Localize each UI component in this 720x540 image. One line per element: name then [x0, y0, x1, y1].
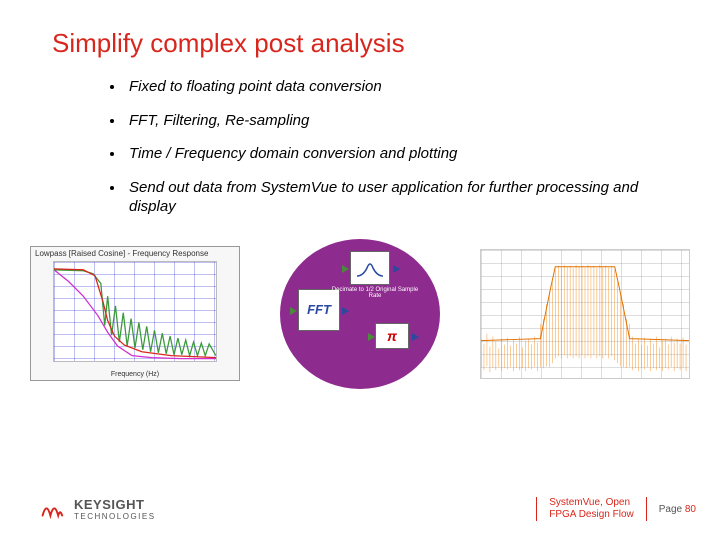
footer-divider — [646, 497, 647, 521]
footer-divider — [536, 497, 537, 521]
bullet-item: Send out data from SystemVue to user app… — [125, 178, 640, 217]
bullet-item: Fixed to floating point data conversion — [125, 77, 640, 97]
page-label: Page — [659, 504, 682, 515]
figure-row: Lowpass [Raised Cosine] - Frequency Resp… — [0, 231, 720, 389]
bullet-item: FFT, Filtering, Re-sampling — [125, 111, 640, 131]
slide-footer: KEYSIGHT TECHNOLOGIES SystemVue, Open FP… — [0, 496, 720, 522]
logo-name: KEYSIGHT — [74, 497, 156, 512]
block-diagram: FFT π Decimate to 1/2 Original Sample Ra… — [265, 239, 455, 389]
footer-flow-line2: FPGA Design Flow — [549, 509, 633, 521]
x-axis-label: Frequency (Hz) — [31, 371, 239, 378]
footer-flow-line1: SystemVue, Open — [549, 497, 633, 509]
filter-block — [350, 251, 390, 285]
bullet-list: Fixed to floating point data conversion … — [0, 59, 640, 217]
bullet-item: Time / Frequency domain conversion and p… — [125, 144, 640, 164]
diagram-caption: Decimate to 1/2 Original Sample Rate — [330, 287, 420, 299]
keysight-wave-icon — [40, 496, 66, 522]
gaussian-icon — [355, 258, 385, 278]
spectrum-chart — [480, 249, 690, 379]
plot-lines-icon — [54, 262, 216, 360]
keysight-logo: KEYSIGHT TECHNOLOGIES — [40, 496, 156, 522]
page-number: 80 — [685, 504, 696, 515]
chart-title: Lowpass [Raised Cosine] - Frequency Resp… — [31, 247, 239, 260]
slide-title: Simplify complex post analysis — [0, 0, 720, 59]
pi-block: π — [375, 323, 409, 349]
frequency-response-chart: Lowpass [Raised Cosine] - Frequency Resp… — [30, 246, 240, 381]
logo-subtitle: TECHNOLOGIES — [74, 512, 156, 521]
spectrum-icon — [481, 250, 689, 378]
